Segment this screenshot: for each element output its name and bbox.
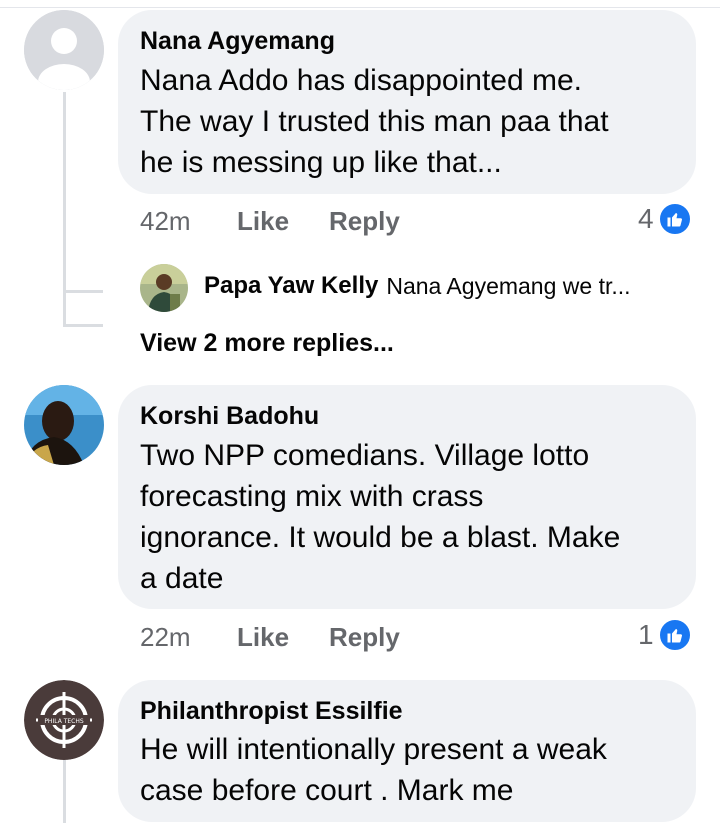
reply-button[interactable]: Reply — [329, 622, 400, 653]
reply-snippet: Nana Agyemang we tr... — [386, 272, 631, 299]
comment-author[interactable]: Korshi Badohu — [140, 402, 319, 431]
reply-button[interactable]: Reply — [329, 206, 400, 237]
comment-text: Two NPP comedians. Village lotto forecas… — [140, 439, 621, 595]
comment-timestamp[interactable]: 22m — [140, 622, 191, 653]
reaction-count: 4 — [638, 203, 654, 234]
top-divider — [0, 0, 720, 8]
phila-techs-logo: PHILA TECHS — [24, 680, 104, 760]
like-button[interactable]: Like — [237, 622, 289, 653]
avatar[interactable]: PHILA TECHS — [24, 680, 104, 760]
comment-author[interactable]: Philanthropist Essilfie — [140, 697, 403, 726]
thread-line — [63, 760, 66, 823]
thread-branch — [63, 324, 103, 327]
thumbs-up-icon — [657, 618, 692, 652]
thread-branch — [63, 290, 103, 293]
profile-photo — [24, 385, 104, 465]
reply-preview[interactable]: Papa Yaw Kelly Nana Agyemang we tr... — [204, 272, 631, 300]
svg-text:PHILA TECHS: PHILA TECHS — [44, 718, 84, 725]
reaction-summary[interactable]: 4 — [638, 202, 692, 236]
reply-avatar[interactable] — [140, 264, 188, 312]
reaction-summary[interactable]: 1 — [638, 618, 692, 652]
reply-author[interactable]: Papa Yaw Kelly — [204, 272, 378, 300]
comment-author[interactable]: Nana Agyemang — [140, 27, 335, 56]
default-profile-icon — [24, 10, 104, 90]
like-button[interactable]: Like — [237, 206, 289, 237]
comment-timestamp[interactable]: 42m — [140, 206, 191, 237]
comment-text: He will intentionally present a weak cas… — [140, 733, 607, 807]
comment-text: Nana Addo has disappointed me. The way I… — [140, 64, 609, 179]
reaction-count: 1 — [638, 619, 654, 650]
view-more-replies-link[interactable]: View 2 more replies... — [140, 329, 394, 358]
reply-avatar-photo — [140, 264, 188, 312]
avatar[interactable] — [24, 385, 104, 465]
thumbs-up-icon — [657, 202, 692, 236]
avatar[interactable] — [24, 10, 104, 90]
